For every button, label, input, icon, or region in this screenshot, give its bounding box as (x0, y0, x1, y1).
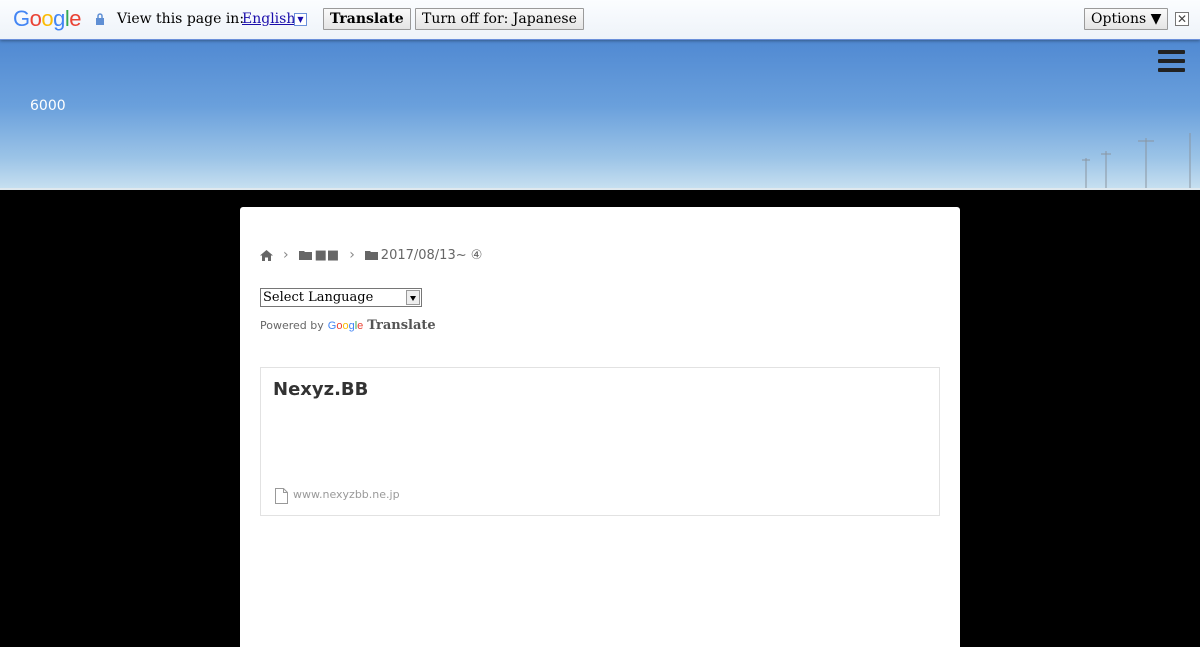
link-title[interactable]: Nexyz.BB (273, 379, 368, 400)
options-button[interactable]: Options ▼ (1084, 8, 1169, 30)
translate-link[interactable]: Translate (367, 318, 435, 333)
target-language-link[interactable]: English (242, 11, 295, 27)
breadcrumb-current: 2017/08/13~ ④ (380, 247, 483, 263)
logo-letter: e (69, 6, 82, 31)
breadcrumb-separator: › (349, 247, 355, 263)
google-logo: Google (13, 6, 82, 32)
logo-letter: e (357, 319, 364, 332)
logo-letter: o (41, 6, 54, 31)
document-icon (275, 488, 288, 504)
power-poles-decoration (1082, 133, 1191, 188)
turn-off-translation-button[interactable]: Turn off for: Japanese (415, 8, 584, 30)
logo-letter: g (53, 6, 65, 31)
hamburger-menu-icon[interactable] (1158, 50, 1185, 74)
site-brand[interactable]: 6000 (30, 98, 66, 114)
link-preview-card[interactable]: Nexyz.BB www.nexyzbb.ne.jp (260, 367, 940, 516)
folder-icon (298, 251, 312, 260)
home-icon[interactable] (260, 249, 273, 261)
select-language-dropdown[interactable]: Select Language (260, 288, 422, 307)
close-icon[interactable]: ✕ (1175, 12, 1189, 26)
translate-prompt: View this page in: (117, 11, 245, 27)
folder-icon (364, 251, 378, 260)
logo-letter: o (29, 6, 42, 31)
google-mini-logo: Google (328, 320, 364, 332)
language-dropdown-icon[interactable]: ▼ (294, 13, 307, 26)
logo-letter: G (13, 6, 30, 31)
translate-button[interactable]: Translate (323, 8, 411, 30)
select-language-value: Select Language (263, 290, 374, 305)
google-translate-bar: Google View this page in: English ▼ Tran… (0, 0, 1200, 40)
chevron-down-icon (406, 290, 420, 305)
content-card: › ■■ › 2017/08/13~ ④ Select Language Pow… (240, 207, 960, 647)
powered-by-google-translate: Powered by Google Translate (260, 318, 436, 333)
link-url[interactable]: www.nexyzbb.ne.jp (293, 488, 400, 501)
lock-icon (96, 13, 104, 25)
breadcrumb: › ■■ › 2017/08/13~ ④ (260, 247, 482, 263)
powered-by-label: Powered by (260, 319, 324, 332)
site-header: 6000 (0, 40, 1200, 190)
breadcrumb-separator: › (283, 247, 289, 263)
breadcrumb-category[interactable]: ■■ (315, 248, 340, 263)
